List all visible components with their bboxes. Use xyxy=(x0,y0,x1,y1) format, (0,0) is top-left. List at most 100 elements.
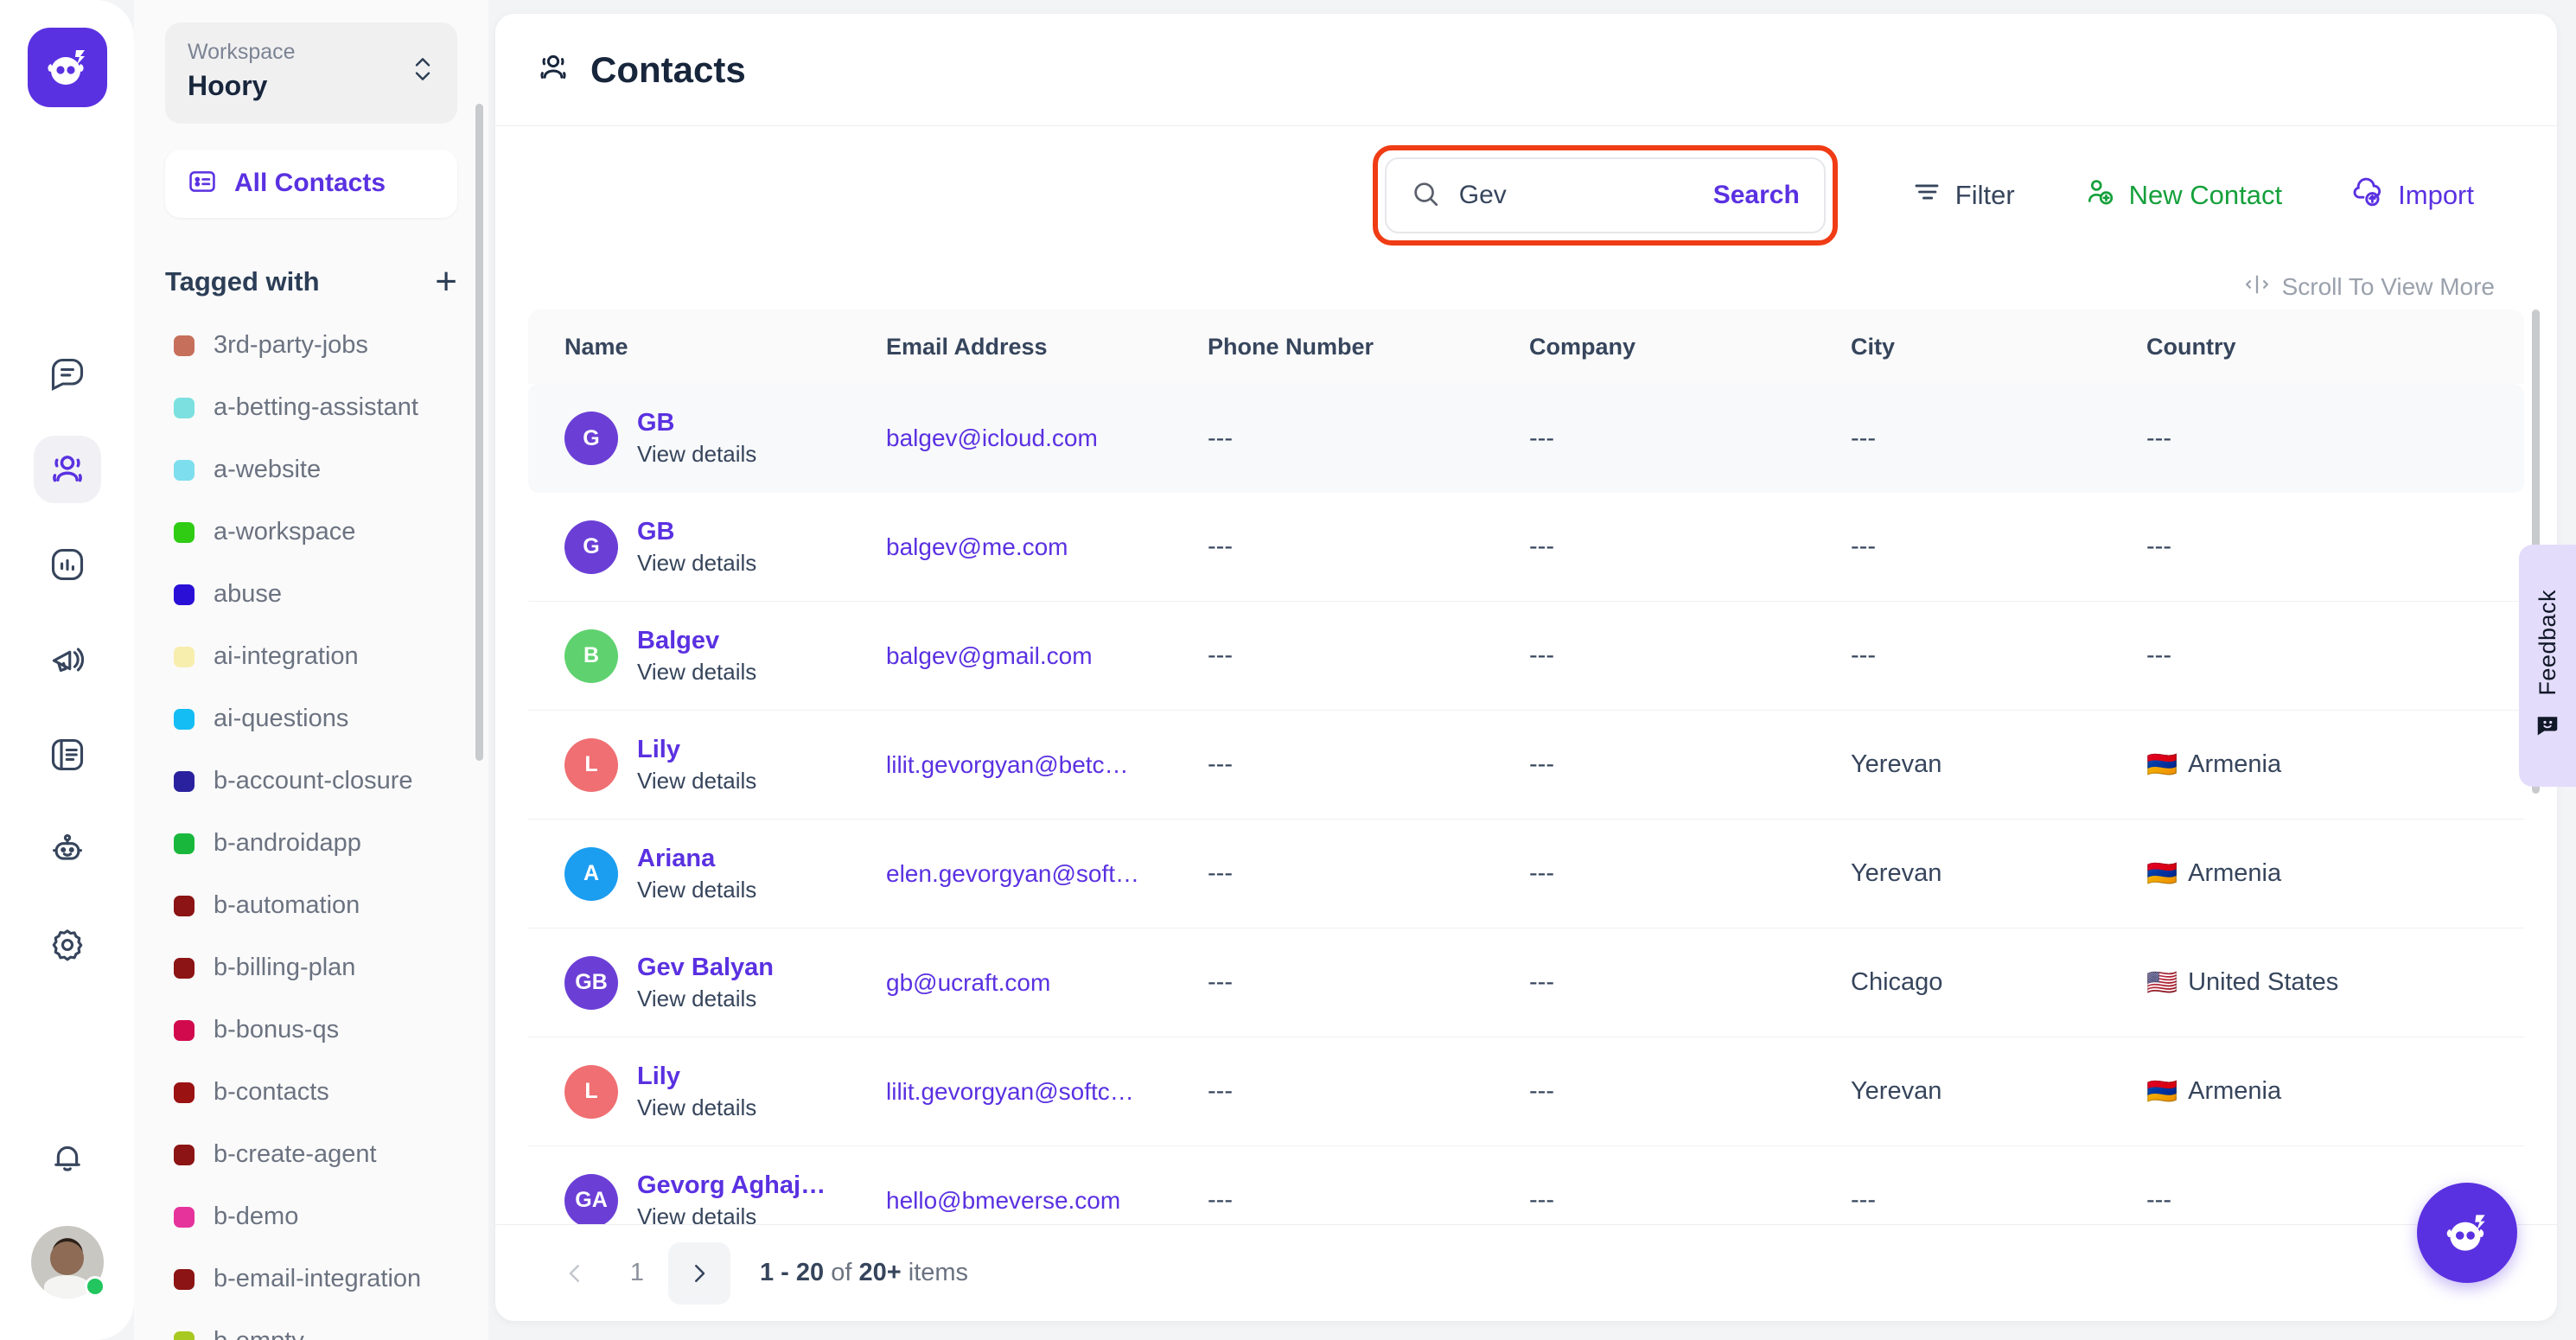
all-contacts-label: All Contacts xyxy=(234,169,386,198)
tag-color-dot xyxy=(174,397,194,418)
contact-name-link[interactable]: GB xyxy=(637,409,756,437)
next-page-button[interactable] xyxy=(668,1241,730,1305)
contact-company: --- xyxy=(1529,533,1554,560)
view-details-link[interactable]: View details xyxy=(637,550,756,577)
tag-item[interactable]: b-demo xyxy=(174,1186,457,1248)
tag-item[interactable]: ai-questions xyxy=(174,688,457,750)
tag-item[interactable]: a-workspace xyxy=(174,501,457,564)
table-header-row: Name Email Address Phone Number Company … xyxy=(528,309,2524,384)
chat-widget-button[interactable] xyxy=(2417,1183,2517,1283)
column-header-city[interactable]: City xyxy=(1851,334,2146,361)
table-row[interactable]: B Balgev View details balgev@gmail.com --- --… xyxy=(528,602,2524,711)
import-button[interactable]: Import xyxy=(2317,175,2509,215)
search-box[interactable]: Gev Search xyxy=(1384,157,1826,233)
table-row[interactable]: L Lily View details lilit.gevorgyan@softc… -… xyxy=(528,1037,2524,1146)
table-row[interactable]: L Lily View details lilit.gevorgyan@betc… --… xyxy=(528,711,2524,820)
search-submit-button[interactable]: Search xyxy=(1713,181,1800,210)
view-details-link[interactable]: View details xyxy=(637,1203,826,1225)
notifications-bell-icon[interactable] xyxy=(34,1124,101,1191)
sidebar-item-ai-assistant[interactable] xyxy=(34,816,101,884)
tag-item[interactable]: b-androidapp xyxy=(174,813,457,875)
tag-label: ai-integration xyxy=(214,642,359,671)
contact-email[interactable]: balgev@icloud.com xyxy=(886,424,1098,451)
tag-item[interactable]: abuse xyxy=(174,564,457,626)
column-header-company[interactable]: Company xyxy=(1529,334,1851,361)
contact-name-link[interactable]: Gevorg Aghaj… xyxy=(637,1171,826,1200)
contact-email[interactable]: lilit.gevorgyan@softc… xyxy=(886,1078,1134,1105)
tag-list: 3rd-party-jobs a-betting-assistant a-websi… xyxy=(134,315,488,1340)
contact-email[interactable]: hello@bmeverse.com xyxy=(886,1187,1120,1214)
tag-item[interactable]: b-email-integration xyxy=(174,1248,457,1311)
contact-name-link[interactable]: Balgev xyxy=(637,627,756,655)
column-header-country[interactable]: Country xyxy=(2146,334,2468,361)
tag-label: a-betting-assistant xyxy=(214,393,418,422)
scroll-hint-label: Scroll To View More xyxy=(2281,273,2495,300)
contact-country: 🇺🇸 United States xyxy=(2146,968,2468,998)
new-contact-button[interactable]: New Contact xyxy=(2050,176,2317,214)
tag-item[interactable]: 3rd-party-jobs xyxy=(174,315,457,377)
table-row[interactable]: G GB View details balgev@icloud.com --- --- --… xyxy=(528,384,2524,493)
contact-avatar: A xyxy=(564,846,618,901)
sidebar-item-settings[interactable] xyxy=(34,911,101,979)
user-avatar[interactable] xyxy=(30,1226,105,1299)
search-highlight-box: Gev Search xyxy=(1372,145,1838,246)
contact-name-link[interactable]: GB xyxy=(637,518,756,546)
sidebar-scrollbar[interactable] xyxy=(475,104,483,761)
view-details-link[interactable]: View details xyxy=(637,659,756,686)
tag-item[interactable]: a-betting-assistant xyxy=(174,377,457,439)
tag-label: b-contacts xyxy=(214,1078,329,1107)
contact-email[interactable]: balgev@me.com xyxy=(886,533,1068,560)
contact-name-link[interactable]: Gev Balyan xyxy=(637,954,774,982)
add-user-icon xyxy=(2084,176,2115,214)
column-header-phone[interactable]: Phone Number xyxy=(1208,334,1529,361)
tag-item[interactable]: b-empty xyxy=(174,1311,457,1340)
country-label: Armenia xyxy=(2188,750,2282,778)
tag-item[interactable]: b-create-agent xyxy=(174,1124,457,1186)
table-row[interactable]: A Ariana View details elen.gevorgyan@soft… -… xyxy=(528,820,2524,928)
table-row[interactable]: GA Gevorg Aghaj… View details hello@bmevers… xyxy=(528,1146,2524,1224)
contact-avatar: L xyxy=(564,1064,618,1119)
contact-company: --- xyxy=(1529,1077,1554,1105)
sidebar-item-conversations[interactable] xyxy=(34,341,101,408)
view-details-link[interactable]: View details xyxy=(637,986,774,1012)
table-row[interactable]: GB Gev Balyan View details gb@ucraft.com ---… xyxy=(528,928,2524,1037)
sidebar-item-contacts[interactable] xyxy=(33,436,101,503)
view-details-link[interactable]: View details xyxy=(637,441,756,468)
feedback-label: Feedback xyxy=(2534,590,2560,696)
workspace-selector[interactable]: Workspace Hoory xyxy=(165,22,457,124)
column-header-name[interactable]: Name xyxy=(564,334,886,361)
tag-item[interactable]: a-website xyxy=(174,439,457,501)
tag-item[interactable]: b-billing-plan xyxy=(174,937,457,999)
view-details-link[interactable]: View details xyxy=(637,877,756,903)
add-tag-button[interactable]: + xyxy=(435,262,457,301)
view-details-link[interactable]: View details xyxy=(637,1094,756,1121)
tag-item[interactable]: b-account-closure xyxy=(174,750,457,813)
tag-item[interactable]: ai-integration xyxy=(174,626,457,688)
tag-item[interactable]: b-automation xyxy=(174,875,457,937)
sidebar-item-knowledge-base[interactable] xyxy=(34,721,101,788)
view-details-link[interactable]: View details xyxy=(637,768,756,794)
tag-item[interactable]: b-bonus-qs xyxy=(174,999,457,1062)
sidebar-item-reports[interactable] xyxy=(34,531,101,598)
contact-email[interactable]: lilit.gevorgyan@betc… xyxy=(886,751,1129,778)
filter-button[interactable]: Filter xyxy=(1878,177,2050,214)
contact-name-link[interactable]: Ariana xyxy=(637,845,756,873)
contact-city: Yerevan xyxy=(1851,1077,1942,1105)
hoory-logo[interactable] xyxy=(27,28,107,107)
contact-country: --- xyxy=(2146,533,2468,561)
contact-company: --- xyxy=(1529,641,1554,669)
tag-item[interactable]: b-contacts xyxy=(174,1062,457,1124)
sidebar-item-campaigns[interactable] xyxy=(34,626,101,693)
table-row[interactable]: G GB View details balgev@me.com --- --- --- --- xyxy=(528,493,2524,602)
contact-email[interactable]: gb@ucraft.com xyxy=(886,969,1050,996)
feedback-tab[interactable]: Feedback xyxy=(2519,545,2576,787)
sidebar-item-all-contacts[interactable]: All Contacts xyxy=(165,149,457,218)
previous-page-button[interactable] xyxy=(544,1242,606,1305)
page-number[interactable]: 1 xyxy=(606,1259,668,1287)
contact-name-link[interactable]: Lily xyxy=(637,736,756,764)
contact-email[interactable]: elen.gevorgyan@soft… xyxy=(886,860,1139,887)
column-header-email[interactable]: Email Address xyxy=(886,334,1208,361)
contact-email[interactable]: balgev@gmail.com xyxy=(886,642,1093,669)
contact-name-link[interactable]: Lily xyxy=(637,1062,756,1091)
search-input[interactable]: Gev xyxy=(1459,181,1694,210)
